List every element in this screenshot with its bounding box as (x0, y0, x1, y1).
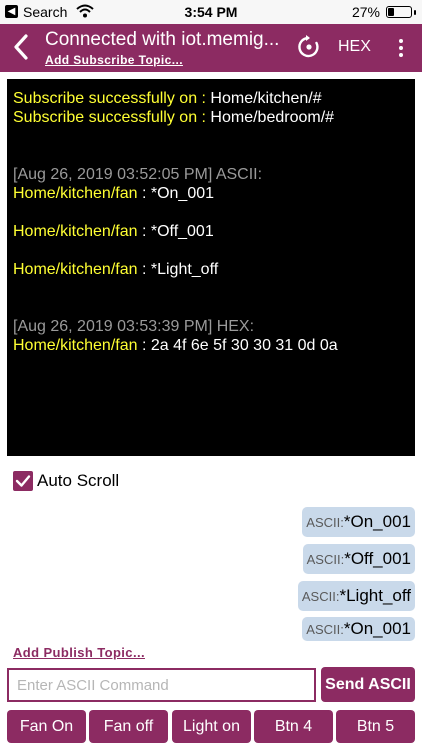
message-separator: : (137, 223, 151, 240)
message-line: Home/kitchen/fan : *Off_001 (13, 222, 409, 241)
quick-button-light-on[interactable]: Light on (172, 710, 251, 743)
quick-button-fan-on[interactable]: Fan On (7, 710, 86, 743)
message-line: Home/kitchen/fan : 2a 4f 6e 5f 30 30 31 … (13, 336, 409, 355)
sent-message-text: *Light_off (339, 586, 411, 605)
ascii-command-input[interactable] (7, 668, 316, 702)
sent-message-text: *Off_001 (344, 549, 411, 568)
message-timestamp: [Aug 26, 2019 03:52:05 PM] ASCII: (13, 166, 263, 183)
quick-button-row: Fan On Fan off Light on Btn 4 Btn 5 (7, 710, 415, 743)
sent-message-text: *On_001 (343, 619, 411, 638)
auto-scroll-label: Auto Scroll (37, 471, 120, 490)
message-console[interactable]: Subscribe successfully on : Home/kitchen… (7, 79, 415, 456)
add-subscribe-topic-link[interactable]: Add Subscribe Topic... (45, 53, 183, 67)
quick-button-btn-4[interactable]: Btn 4 (254, 710, 333, 743)
battery-tip (414, 10, 416, 15)
battery-icon (386, 6, 412, 18)
sent-message-text: *On_001 (343, 512, 411, 531)
sent-message-bubble: ASCII: *Off_001 (302, 544, 415, 574)
sent-message-prefix: ASCII: (306, 551, 345, 567)
sent-message-bubble: ASCII: *On_001 (302, 617, 415, 641)
message-topic: Home/kitchen/fan (13, 337, 138, 354)
message-separator: : (137, 261, 151, 278)
sent-message-prefix: ASCII: (301, 588, 340, 604)
hex-toggle-button[interactable]: HEX (338, 38, 371, 56)
message-timestamp: [Aug 26, 2019 03:53:39 PM] HEX: (13, 318, 255, 335)
subscribe-topic: Home/kitchen/# (210, 90, 322, 107)
quick-button-fan-off[interactable]: Fan off (89, 710, 168, 743)
message-separator: : (137, 337, 151, 354)
message-line: Home/kitchen/fan : *Light_off (13, 260, 409, 279)
subscribe-prefix: Subscribe successfully on : (13, 90, 211, 107)
subscribe-topic: Home/bedroom/# (210, 109, 335, 126)
message-line: Home/kitchen/fan : *On_001 (13, 184, 409, 203)
sent-message-bubble: ASCII: *On_001 (302, 507, 415, 537)
quick-button-btn-5[interactable]: Btn 5 (336, 710, 415, 743)
connection-title: Connected with iot.memig... (45, 29, 280, 50)
battery-fill (388, 8, 394, 16)
message-payload: 2a 4f 6e 5f 30 30 31 0d 0a (150, 337, 338, 354)
battery-percent: 27% (351, 4, 380, 20)
message-payload: *Light_off (150, 261, 219, 278)
checkmark-icon (15, 475, 31, 487)
message-separator: : (137, 185, 151, 202)
message-topic: Home/kitchen/fan (13, 185, 138, 202)
nav-bar: Connected with iot.memig... Add Subscrib… (0, 24, 422, 72)
message-topic: Home/kitchen/fan (13, 261, 138, 278)
sent-message-bubble: ASCII: *Light_off (297, 581, 415, 611)
refresh-icon[interactable] (296, 34, 322, 60)
back-chevron-icon[interactable] (8, 30, 36, 64)
message-payload: *Off_001 (150, 223, 214, 240)
more-menu-icon[interactable] (394, 36, 408, 60)
subscribe-line: Subscribe successfully on : Home/kitchen… (13, 89, 409, 108)
subscribe-prefix: Subscribe successfully on : (13, 109, 211, 126)
sent-message-prefix: ASCII: (306, 514, 344, 530)
message-payload: *On_001 (150, 185, 215, 202)
send-ascii-button[interactable]: Send ASCII (321, 667, 415, 702)
subscribe-line: Subscribe successfully on : Home/bedroom… (13, 108, 409, 127)
status-bar: ◀ Search 3:54 PM 27% (0, 0, 422, 24)
auto-scroll-checkbox[interactable] (13, 471, 33, 491)
message-topic: Home/kitchen/fan (13, 223, 138, 240)
sent-message-prefix: ASCII: (306, 621, 344, 637)
add-publish-topic-link[interactable]: Add Publish Topic... (13, 645, 145, 660)
